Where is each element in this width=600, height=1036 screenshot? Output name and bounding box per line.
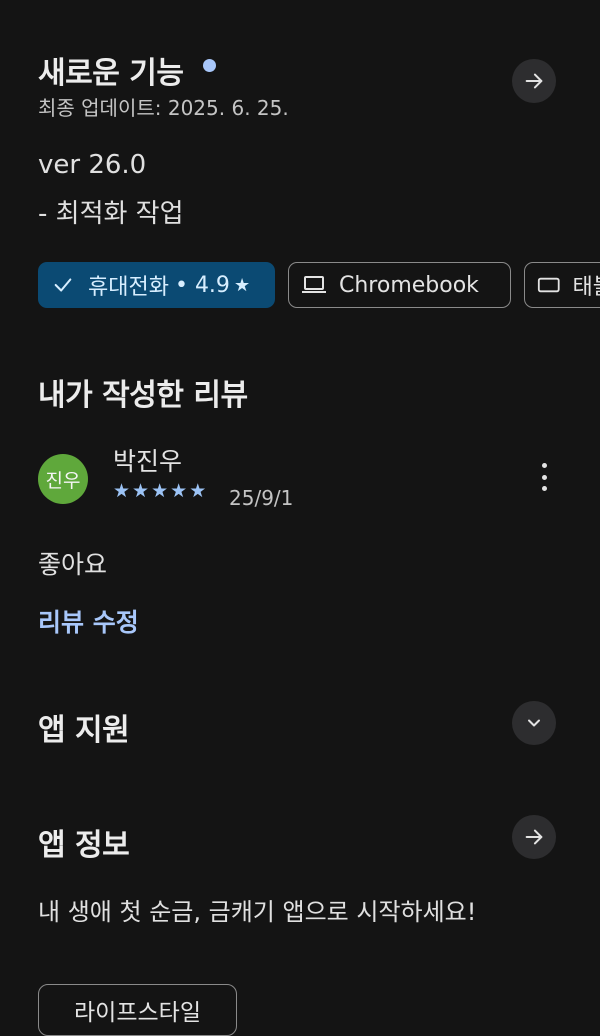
whats-new-title: 새로운 기능 [38, 48, 184, 92]
star-icon: ★ [189, 480, 207, 502]
star-icon: ★ [151, 480, 169, 502]
last-updated: 최종 업데이트: 2025. 6. 25. [38, 96, 289, 120]
chevron-down-icon [528, 719, 540, 727]
star-icon: ★ [233, 274, 251, 296]
chip-chromebook-label: Chromebook [339, 272, 479, 298]
app-info-arrow-button[interactable] [512, 815, 556, 859]
edit-review-link[interactable]: 리뷰 수정 [38, 603, 139, 639]
chip-chromebook[interactable]: Chromebook [288, 262, 511, 308]
app-description: 내 생애 첫 순금, 금캐기 앱으로 시작하세요! [38, 898, 477, 926]
app-support-expand-button[interactable] [512, 701, 556, 745]
chip-phone-label: 휴대전화 [88, 275, 169, 300]
whats-new-arrow-button[interactable] [512, 59, 556, 103]
review-body: 좋아요 [38, 550, 108, 579]
whats-new-title-text: 새로운 기능 [38, 56, 184, 91]
app-support-title: 앱 지원 [38, 713, 130, 748]
check-icon [54, 278, 72, 292]
category-tag[interactable]: 라이프스타일 [38, 984, 237, 1036]
star-icon: ★ [132, 480, 150, 502]
new-indicator-dot [203, 59, 216, 72]
chip-phone[interactable]: 휴대전화 • 4.9 ★ [38, 262, 275, 308]
review-more-button[interactable] [530, 460, 558, 494]
review-date: 25/9/1 [229, 486, 294, 510]
star-icon: ★ [170, 480, 188, 502]
star-icon: ★ [113, 480, 131, 502]
laptop-icon [302, 276, 326, 293]
arrow-right-icon [525, 73, 543, 89]
version-text: ver 26.0 [38, 150, 147, 180]
arrow-right-icon [525, 829, 543, 845]
category-tag-label: 라이프스타일 [74, 1000, 201, 1026]
star-rating: ★ ★ ★ ★ ★ [113, 480, 208, 502]
review-author: 박진우 [113, 447, 183, 476]
chip-tablet-label: 태블 [572, 275, 600, 300]
release-notes: - 최적화 작업 [38, 199, 184, 229]
avatar-text: 진우 [45, 469, 81, 492]
my-review-title: 내가 작성한 리뷰 [38, 378, 248, 413]
avatar: 진우 [38, 454, 88, 504]
tablet-icon [537, 277, 560, 293]
more-vert-icon [541, 463, 547, 491]
app-info-title: 앱 정보 [38, 828, 130, 863]
chip-tablet[interactable]: 태블 [524, 262, 600, 308]
chip-phone-rating: • 4.9 [174, 272, 230, 298]
